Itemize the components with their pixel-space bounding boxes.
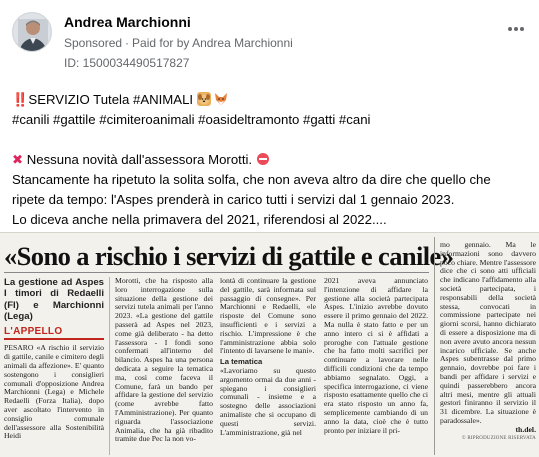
article-column-4: 2021 aveva annunciato l'intenzione di af… <box>324 276 428 435</box>
article-column-5-body: mo gennaio. Ma le informazioni sono davv… <box>440 240 536 443</box>
post-header: Andrea Marchionni Sponsored · Paid for by … <box>12 8 532 72</box>
cross-mark-icon: ✖ <box>12 152 24 167</box>
post-line-6: Lo diceva anche nella primavera del 2021… <box>12 212 387 227</box>
article-column-2-text: Morotti, che ha risposto alla loro inter… <box>115 276 213 444</box>
ad-library-id: ID: 1500034490517827 <box>64 56 190 70</box>
section-label: L'APPELLO <box>4 326 104 341</box>
post-line-5: ripete da tempo: l'Aspes prenderà in car… <box>12 192 455 207</box>
author-avatar[interactable] <box>12 12 52 52</box>
article-headline: «Sono a rischio i servizi di gattile e c… <box>4 241 454 271</box>
post-line-2[interactable]: #canili #gattile #cimiteroanimali #oasid… <box>12 110 532 130</box>
post-line-3: ✖ Nessuna novità dall'assessora Morotti. <box>12 150 532 170</box>
fox-face-icon <box>214 92 228 106</box>
newspaper-clipping-image[interactable]: «Sono a rischio i servizi di gattile e c… <box>0 232 539 457</box>
post-line-3-text: Nessuna novità dall'assessora Morotti. <box>26 152 253 167</box>
clipping-content: «Sono a rischio i servizi di gattile e c… <box>4 237 536 455</box>
sponsored-label: Sponsored <box>64 36 123 50</box>
post-text: ‼️SERVIZIO Tutela #ANIMALI #canili #gatt… <box>12 90 532 230</box>
column-divider <box>109 277 110 455</box>
article-subheading: La gestione ad Aspes I timori di Redaell… <box>4 277 104 323</box>
article-column-5: mo gennaio. Ma le informazioni sono davv… <box>434 237 536 455</box>
article-signature: th.del. <box>515 424 536 434</box>
article-column-3a-text: lontà di continuare la gestione del gatt… <box>220 276 316 356</box>
author-name[interactable]: Andrea Marchionni <box>64 14 191 30</box>
article-column-5-text: mo gennaio. Ma le informazioni sono davv… <box>440 240 536 425</box>
dog-face-icon <box>196 92 211 106</box>
no-entry-face-icon <box>256 152 270 166</box>
post-line-1: ‼️SERVIZIO Tutela #ANIMALI <box>12 90 532 110</box>
post-line-4: Stancamente ha ripetuto la solita solfa,… <box>12 172 491 187</box>
article-column-1-text: PESARO «A rischio il servizio di gattile… <box>4 343 104 441</box>
article-column-3b-text: «Lavoriamo su questo argomento ormai da … <box>220 365 316 437</box>
paid-for-label: Paid for by Andrea Marchionni <box>132 36 293 50</box>
headline-rule <box>4 272 429 273</box>
sponsored-meta: Sponsored · Paid for by Andrea Marchionni <box>64 36 293 50</box>
article-column-1: La gestione ad Aspes I timori di Redaell… <box>4 277 104 441</box>
copyright-notice: © RIPRODUZIONE RISERVATA <box>461 435 536 441</box>
article-column-4-text: 2021 aveva annunciato l'intenzione di af… <box>324 276 428 435</box>
post-line-1-text: ‼️SERVIZIO Tutela #ANIMALI <box>12 92 194 107</box>
article-column-3: lontà di continuare la gestione del gatt… <box>220 276 316 437</box>
article-column-2: Morotti, che ha risposto alla loro inter… <box>115 276 213 444</box>
more-horizontal-icon[interactable] <box>508 18 528 31</box>
